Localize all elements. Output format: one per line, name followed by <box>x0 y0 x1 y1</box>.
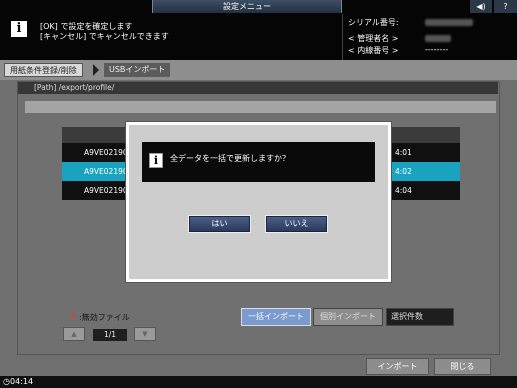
list-item-name[interactable]: A9VE021901 <box>62 143 132 162</box>
help-button[interactable]: ? <box>494 0 517 13</box>
invalid-file-icon: ✕ <box>69 312 77 322</box>
info-icon: i <box>11 21 27 37</box>
page-up-button[interactable]: ▲ <box>63 327 85 341</box>
extension-value: -------- <box>425 45 449 54</box>
list-item-time[interactable]: 4:04 <box>390 181 460 200</box>
yes-button[interactable]: はい <box>189 216 250 232</box>
list-column-header <box>62 127 128 143</box>
list-item-name[interactable]: A9VE021901 <box>62 181 132 200</box>
page-down-button[interactable]: ▼ <box>134 327 156 341</box>
breadcrumb-arrow-icon <box>93 64 99 76</box>
info-icon: i <box>149 153 163 168</box>
list-header-bar <box>25 101 496 113</box>
list-item-time[interactable]: 4:01 <box>390 143 460 162</box>
bulk-import-button[interactable]: 一括インポート <box>241 308 311 326</box>
extension-label: < 内線番号 > <box>348 46 399 55</box>
invalid-file-legend: :無効ファイル <box>79 313 130 322</box>
individual-import-button[interactable]: 個別インポート <box>313 308 383 326</box>
breadcrumb-item-paper-settings[interactable]: 用紙条件登録/削除 <box>4 63 83 77</box>
close-button[interactable]: 閉じる <box>434 358 491 375</box>
list-item-name-selected[interactable]: A9VE021901 <box>62 162 132 181</box>
status-bar: ◷04:14 <box>0 376 517 388</box>
admin-label: < 管理者名 > <box>348 34 399 43</box>
serial-label: シリアル番号: <box>348 18 399 27</box>
speaker-icon[interactable]: ◀) <box>470 0 492 13</box>
path-display: [Path] /export/profile/ <box>18 82 498 94</box>
admin-value-redacted <box>425 35 451 44</box>
list-column-header <box>390 127 460 143</box>
header-message-line2: [キャンセル] でキャンセルできます <box>40 32 169 41</box>
list-item-time-selected[interactable]: 4:02 <box>390 162 460 181</box>
status-time: 04:14 <box>9 377 34 386</box>
no-button[interactable]: いいえ <box>266 216 327 232</box>
import-button[interactable]: インポート <box>366 358 429 375</box>
selection-count-display: 選択件数 <box>386 308 454 326</box>
breadcrumb-item-usb-import: USBインポート <box>104 63 171 77</box>
menu-title: 設定メニュー <box>152 0 342 13</box>
dialog-message: 全データを一括で更新しますか？ <box>170 154 290 163</box>
serial-value-redacted <box>425 19 473 28</box>
page-indicator: 1/1 <box>93 329 127 341</box>
header-divider <box>342 14 343 60</box>
clock-icon: ◷ <box>3 377 10 386</box>
